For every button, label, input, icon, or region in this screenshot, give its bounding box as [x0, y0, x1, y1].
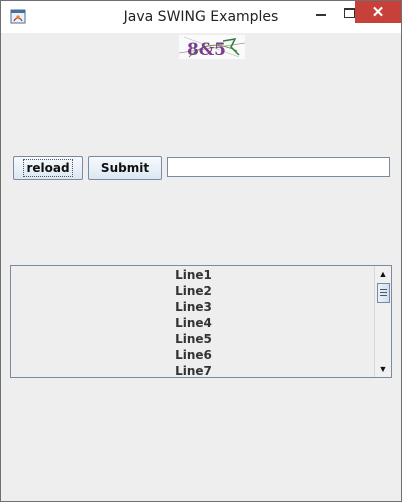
submit-button[interactable]: Submit — [88, 156, 162, 180]
thumb-grip — [380, 295, 387, 296]
lines-list-scrollpane[interactable]: Line1 Line2 Line3 Line4 Line5 Line6 Line… — [10, 265, 392, 378]
lines-list[interactable]: Line1 Line2 Line3 Line4 Line5 Line6 Line… — [11, 267, 376, 379]
minimize-button[interactable] — [307, 1, 335, 23]
thumb-grip — [380, 292, 387, 293]
list-item[interactable]: Line5 — [11, 331, 376, 347]
captcha-image: 8&5 — [179, 35, 245, 59]
list-item[interactable]: Line4 — [11, 315, 376, 331]
scroll-up-arrow-icon[interactable]: ▲ — [375, 266, 391, 282]
thumb-grip — [380, 289, 387, 290]
vertical-scrollbar[interactable]: ▲ ▼ — [374, 266, 391, 377]
title-bar[interactable]: Java SWING Examples ✕ — [1, 1, 401, 33]
submit-label: Submit — [100, 161, 150, 175]
list-item[interactable]: Line1 — [11, 267, 376, 283]
list-item[interactable]: Line3 — [11, 299, 376, 315]
reload-button[interactable]: reload — [13, 156, 83, 180]
close-button[interactable]: ✕ — [355, 1, 401, 23]
list-item[interactable]: Line7 — [11, 363, 376, 379]
scroll-thumb[interactable] — [377, 283, 390, 303]
scroll-down-arrow-icon[interactable]: ▼ — [375, 361, 391, 377]
captcha-text: 8&5 — [187, 40, 226, 59]
reload-label: reload — [23, 159, 73, 177]
captcha-input[interactable] — [167, 157, 390, 177]
list-item[interactable]: Line2 — [11, 283, 376, 299]
list-item[interactable]: Line6 — [11, 347, 376, 363]
minimize-icon — [316, 14, 326, 16]
app-window: Java SWING Examples ✕ 8&5 reload Submit — [0, 0, 402, 502]
close-icon: ✕ — [371, 4, 385, 21]
maximize-icon — [344, 8, 355, 18]
content-pane: 8&5 reload Submit Line1 Line2 Line3 Line… — [8, 33, 394, 497]
